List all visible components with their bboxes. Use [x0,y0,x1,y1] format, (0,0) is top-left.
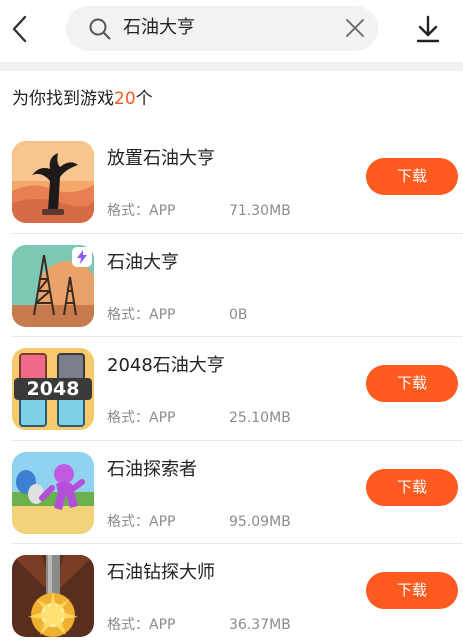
search-input[interactable]: 石油大亨 [123,17,195,39]
lightning-icon [72,246,92,267]
purple-runner-icon[interactable] [12,451,94,534]
app-size: 95.09MB [229,513,291,530]
download-icon [416,15,440,43]
app-name: 石油钻探大师 [107,562,215,583]
back-button[interactable] [6,12,32,46]
top-bar: 石油大亨 [0,0,463,62]
app-format: 格式：APP [107,410,176,426]
clear-search-button[interactable] [342,15,368,41]
download-button[interactable]: 下载 [366,572,458,609]
list-item[interactable]: 2048 2048石油大亨 格式：APP 25.10MB 下载 [0,337,463,441]
2048-barrels-icon[interactable]: 2048 [12,348,94,430]
drill-explosion-icon[interactable] [12,555,94,637]
result-count-label: 为你找到游戏20个 [12,88,153,110]
app-format: 格式：APP [107,306,176,323]
app-format: 格式：APP [107,617,176,633]
chevron-left-icon [12,15,27,43]
app-name: 2048石油大亨 [107,355,225,376]
download-manager-button[interactable] [413,12,443,46]
app-size: 25.10MB [229,410,291,426]
oil-gusher-desert-icon[interactable] [12,141,94,223]
app-size: 71.30MB [229,203,291,219]
app-format: 格式：APP [107,513,176,530]
close-icon [346,19,364,37]
list-item[interactable]: 石油钻探大师 格式：APP 36.37MB 下载 [0,544,463,644]
download-button[interactable]: 下载 [366,468,458,506]
list-item[interactable]: 石油大亨 格式：APP 0B [0,234,463,337]
app-name: 石油探索者 [107,458,197,480]
app-format: 格式：APP [107,203,176,219]
app-size: 36.37MB [229,617,291,633]
download-button[interactable]: 下载 [366,158,458,195]
app-name: 石油大亨 [107,251,179,273]
section-divider [0,62,463,71]
svg-text:2048: 2048 [27,378,80,400]
app-name: 放置石油大亨 [107,148,215,169]
download-button[interactable]: 下载 [366,365,458,402]
result-prefix: 为你找到游戏 [12,89,114,109]
list-item[interactable]: 放置石油大亨 格式：APP 71.30MB 下载 [0,130,463,234]
list-item[interactable]: 石油探索者 格式：APP 95.09MB 下载 [0,441,463,544]
result-suffix: 个 [135,89,153,109]
search-result-list: 放置石油大亨 格式：APP 71.30MB 下载 石油大亨 格式：APP 0B … [0,130,463,644]
app-size: 0B [229,306,248,323]
search-icon [89,18,111,40]
search-box[interactable]: 石油大亨 [66,6,378,51]
result-count-number: 20 [114,89,136,109]
